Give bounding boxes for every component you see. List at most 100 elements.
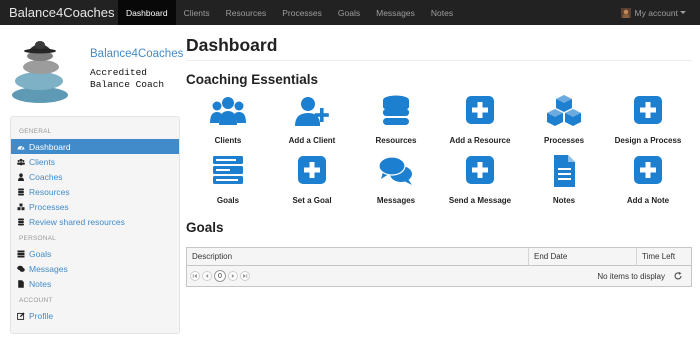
- sidebar-item-goals[interactable]: Goals: [11, 246, 179, 261]
- tile-label: Set a Goal: [292, 196, 332, 205]
- sidebar-section-personal: PERSONAL: [19, 235, 57, 242]
- column-header-end-date[interactable]: End Date: [529, 248, 637, 265]
- tile-goals[interactable]: Goals: [186, 155, 270, 217]
- first-page-button[interactable]: [190, 271, 200, 281]
- plus-square-icon: [630, 95, 666, 127]
- tile-resources[interactable]: Resources: [354, 95, 438, 157]
- database-icon: [16, 187, 26, 196]
- file-text-icon: [546, 155, 582, 187]
- sidebar-item-label: Coaches: [29, 171, 63, 182]
- sidebar-section-general: GENERAL: [19, 128, 52, 135]
- tile-processes[interactable]: Processes: [522, 95, 606, 157]
- sidebar-item-label: Messages: [29, 263, 68, 274]
- sidebar-item-processes[interactable]: Processes: [11, 199, 179, 214]
- sidebar-item-resources[interactable]: Resources: [11, 184, 179, 199]
- navbar-brand[interactable]: Balance4Coaches: [0, 5, 118, 20]
- sidebar-item-coaches[interactable]: Coaches: [11, 169, 179, 184]
- prev-page-icon: [205, 274, 209, 278]
- logo-subtitle-line1: Accredited: [90, 67, 148, 78]
- grid-pager: 0 No items to display: [187, 266, 691, 286]
- column-header-time-left[interactable]: Time Left: [637, 248, 691, 265]
- tile-label: Messages: [376, 196, 416, 205]
- logo-subtitle: Accredited Balance Coach: [90, 67, 164, 91]
- sidebar-section-account: ACCOUNT: [19, 297, 53, 304]
- sidebar-item-clients[interactable]: Clients: [11, 154, 179, 169]
- account-label: My account: [634, 7, 678, 18]
- tile-label: Design a Process: [614, 136, 682, 145]
- tile-clients[interactable]: Clients: [186, 95, 270, 157]
- cubes-icon: [16, 202, 26, 211]
- chevron-down-icon: [680, 11, 686, 14]
- tile-send-message[interactable]: Send a Message: [438, 155, 522, 217]
- page-title: Dashboard: [186, 35, 278, 55]
- nav-resources[interactable]: Resources: [218, 0, 275, 25]
- sidebar-logo: Balance4Coaches Accredited Balance Coach: [10, 34, 184, 104]
- database-icon: [16, 217, 26, 226]
- tile-label: Resources: [375, 136, 417, 145]
- nav-processes[interactable]: Processes: [274, 0, 330, 25]
- edit-icon: [16, 311, 26, 320]
- nav-dashboard[interactable]: Dashboard: [118, 0, 176, 25]
- sidebar-item-notes[interactable]: Notes: [11, 276, 179, 291]
- grid-header: Description End Date Time Left: [187, 248, 691, 266]
- comments-icon: [378, 155, 414, 187]
- cubes-icon: [546, 95, 582, 127]
- prev-page-button[interactable]: [202, 271, 212, 281]
- users-icon: [210, 95, 246, 127]
- tile-notes[interactable]: Notes: [522, 155, 606, 217]
- sidebar-menu: GENERAL Dashboard Clients Coaches Resour…: [10, 116, 180, 334]
- nav-notes[interactable]: Notes: [423, 0, 461, 25]
- refresh-icon[interactable]: [673, 271, 683, 281]
- tile-label: Goals: [216, 196, 240, 205]
- database-icon: [378, 95, 414, 127]
- tile-label: Clients: [214, 136, 242, 145]
- tasks-icon: [210, 155, 246, 187]
- sidebar-item-profile[interactable]: Profile: [11, 308, 179, 323]
- title-divider: [186, 60, 692, 61]
- nav-messages[interactable]: Messages: [368, 0, 423, 25]
- account-menu[interactable]: My account: [620, 7, 700, 18]
- tile-set-goal[interactable]: Set a Goal: [270, 155, 354, 217]
- sidebar-item-label: Resources: [29, 186, 70, 197]
- plus-square-icon: [462, 155, 498, 187]
- sidebar-item-messages[interactable]: Messages: [11, 261, 179, 276]
- tile-add-note[interactable]: Add a Note: [606, 155, 690, 217]
- sidebar-item-label: Dashboard: [29, 141, 71, 152]
- tile-add-client[interactable]: Add a Client: [270, 95, 354, 157]
- first-page-icon: [192, 274, 197, 278]
- user-icon: [16, 172, 26, 181]
- page-number[interactable]: 0: [214, 270, 226, 282]
- tile-design-process[interactable]: Design a Process: [606, 95, 690, 157]
- next-page-icon: [231, 274, 235, 278]
- account-avatar-icon: [620, 7, 631, 18]
- users-icon: [16, 157, 26, 166]
- top-navbar: Balance4Coaches Dashboard Clients Resour…: [0, 0, 700, 25]
- nav-goals[interactable]: Goals: [330, 0, 368, 25]
- sidebar-item-label: Clients: [29, 156, 55, 167]
- pager-info: No items to display: [597, 271, 665, 281]
- logo-subtitle-line2: Balance Coach: [90, 79, 165, 90]
- balance-stones-logo: [12, 41, 68, 103]
- logo-name: Balance4Coaches: [90, 48, 184, 60]
- tile-label: Processes: [543, 136, 585, 145]
- tile-label: Send a Message: [448, 196, 512, 205]
- user-plus-icon: [294, 95, 330, 127]
- plus-square-icon: [630, 155, 666, 187]
- column-header-description[interactable]: Description: [187, 248, 529, 265]
- coaching-essentials-title: Coaching Essentials: [186, 72, 319, 87]
- nav-clients[interactable]: Clients: [176, 0, 218, 25]
- goals-grid: Description End Date Time Left 0 No item…: [186, 247, 692, 287]
- tile-messages[interactable]: Messages: [354, 155, 438, 217]
- tasks-icon: [16, 249, 26, 258]
- sidebar-item-label: Processes: [29, 201, 69, 212]
- tile-label: Notes: [552, 196, 576, 205]
- goals-title: Goals: [186, 220, 224, 235]
- sidebar-item-review-shared-resources[interactable]: Review shared resources: [11, 214, 179, 229]
- next-page-button[interactable]: [228, 271, 238, 281]
- last-page-button[interactable]: [240, 271, 250, 281]
- sidebar-item-dashboard[interactable]: Dashboard: [11, 139, 179, 154]
- file-icon: [16, 279, 26, 288]
- tile-label: Add a Resource: [449, 136, 511, 145]
- tile-add-resource[interactable]: Add a Resource: [438, 95, 522, 157]
- tile-label: Add a Client: [288, 136, 336, 145]
